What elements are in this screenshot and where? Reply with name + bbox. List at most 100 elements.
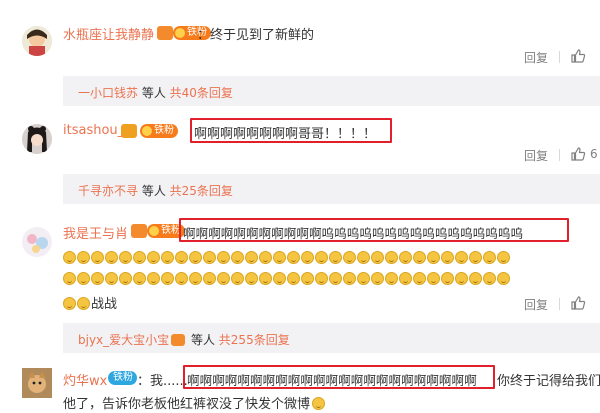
- sub-reply-count[interactable]: 共255条回复: [219, 333, 290, 347]
- smile-emoji-icon: [105, 251, 118, 264]
- smile-emoji-icon: [189, 272, 202, 285]
- sub-reply-user[interactable]: 一小口钱苏: [78, 86, 138, 100]
- divider: [559, 51, 560, 63]
- highlight-box: [190, 118, 392, 143]
- username[interactable]: 灼华wx: [63, 370, 107, 389]
- emoji-row: [63, 251, 511, 266]
- comment-suffix: 你终于记得给我们: [497, 374, 600, 389]
- avatar[interactable]: [22, 26, 52, 56]
- fan-badge-label: 铁粉: [154, 125, 174, 136]
- username[interactable]: 我是王与肖: [63, 223, 128, 242]
- sub-reply-user[interactable]: 千寻亦不寻: [78, 184, 138, 198]
- vip-crown-icon: [121, 124, 137, 138]
- smile-emoji-icon: [312, 397, 326, 410]
- smile-emoji-icon: [77, 272, 90, 285]
- smile-emoji-icon: [329, 251, 342, 264]
- sub-reply-count[interactable]: 共25条回复: [170, 184, 233, 198]
- smile-emoji-icon: [441, 251, 454, 264]
- like-count: 6: [590, 147, 598, 161]
- smile-emoji-icon: [497, 251, 510, 264]
- fan-badge-icon: [149, 226, 159, 236]
- smile-emoji-icon: [469, 251, 482, 264]
- smile-emoji-icon: [399, 251, 412, 264]
- avatar[interactable]: [22, 227, 52, 257]
- smile-emoji-icon: [231, 251, 244, 264]
- comment-text: ：终于见到了新鲜的: [197, 28, 315, 43]
- smile-emoji-icon: [329, 272, 342, 285]
- thumbs-up-icon[interactable]: [570, 48, 586, 64]
- smile-emoji-icon: [147, 251, 160, 264]
- sub-replies-summary: 一小口钱苏 等人 共40条回复: [78, 84, 233, 101]
- smile-emoji-icon: [119, 251, 132, 264]
- avatar-image-icon: [22, 227, 52, 257]
- smile-emoji-icon: [259, 272, 272, 285]
- fan-badge: 铁粉: [140, 124, 178, 138]
- reply-button[interactable]: 回复: [524, 296, 548, 313]
- smile-emoji-icon: [315, 272, 328, 285]
- divider: [559, 149, 560, 161]
- smile-emoji-icon: [371, 251, 384, 264]
- fan-badge-label: 铁粉: [113, 372, 133, 383]
- smile-emoji-icon: [231, 272, 244, 285]
- emoji-row: [63, 272, 511, 287]
- sub-reply-middle: 等人: [138, 184, 170, 198]
- smile-emoji-icon: [175, 251, 188, 264]
- avatar-image-icon: [22, 26, 52, 56]
- smile-emoji-icon: [161, 272, 174, 285]
- thumbs-up-icon[interactable]: [570, 295, 586, 311]
- smile-emoji-icon: [147, 272, 160, 285]
- fan-badge-icon: [142, 126, 152, 136]
- smile-emoji-icon: [91, 272, 104, 285]
- emoji-third-row: 战战: [63, 293, 117, 312]
- comment-item: 水瓶座让我静静 铁粉 ：终于见到了新鲜的 回复 一小口钱苏 等人 共40条回复: [0, 0, 600, 106]
- smile-emoji-icon: [203, 272, 216, 285]
- sub-replies-bar[interactable]: 千寻亦不寻 等人 共25条回复: [63, 174, 600, 204]
- smile-emoji-icon: [399, 272, 412, 285]
- avatar[interactable]: [22, 124, 52, 154]
- username[interactable]: 水瓶座让我静静: [63, 24, 154, 43]
- comment-text-line: 他了，告诉你老板他红裤衩没了快发个微博: [63, 397, 311, 412]
- smile-emoji-icon: [371, 272, 384, 285]
- highlight-box: [183, 365, 495, 389]
- smile-emoji-icon: [63, 272, 76, 285]
- smile-emoji-icon: [287, 251, 300, 264]
- smile-emoji-icon: [343, 272, 356, 285]
- comment-item: itsashou_ 铁粉 啊啊啊啊啊啊啊啊哥哥！！！！ 回复 6 千寻亦不寻 等…: [0, 110, 600, 205]
- avatar[interactable]: [22, 368, 52, 398]
- comment-item: 我是王与肖 铁粉 啊啊啊啊啊啊啊啊啊啊啊呜呜呜呜呜呜呜呜呜呜呜呜呜呜呜呜 战战 …: [0, 212, 600, 353]
- reply-button[interactable]: 回复: [524, 147, 548, 164]
- smile-emoji-icon: [77, 297, 90, 310]
- username[interactable]: itsashou_: [63, 123, 124, 138]
- smile-emoji-icon: [175, 272, 188, 285]
- comment-item: 灼华wx 铁粉 ：我...... 啊啊啊啊啊啊啊啊啊啊啊啊啊啊啊啊啊啊啊啊啊啊啊…: [0, 360, 600, 413]
- smile-emoji-icon: [483, 272, 496, 285]
- sub-replies-summary: bjyx_爱大宝小宝 等人 共255条回复: [78, 331, 290, 348]
- smile-emoji-icon: [357, 251, 370, 264]
- smile-emoji-icon: [301, 272, 314, 285]
- sub-reply-user[interactable]: bjyx_爱大宝小宝: [78, 333, 169, 347]
- smile-emoji-icon: [427, 251, 440, 264]
- divider: [559, 298, 560, 310]
- smile-emoji-icon: [315, 251, 328, 264]
- smile-emoji-icon: [301, 251, 314, 264]
- smile-emoji-icon: [245, 251, 258, 264]
- reply-button[interactable]: 回复: [524, 49, 548, 66]
- smile-emoji-icon: [455, 251, 468, 264]
- smile-emoji-icon: [273, 272, 286, 285]
- thumbs-up-icon[interactable]: [570, 146, 586, 162]
- smile-emoji-icon: [413, 251, 426, 264]
- smile-emoji-icon: [273, 251, 286, 264]
- fan-badge-label: 铁粉: [161, 225, 181, 236]
- sub-replies-bar[interactable]: 一小口钱苏 等人 共40条回复: [63, 76, 600, 106]
- smile-emoji-icon: [497, 272, 510, 285]
- smile-emoji-icon: [189, 251, 202, 264]
- vip-crown-icon: [171, 334, 186, 346]
- sub-reply-count[interactable]: 共40条回复: [170, 86, 233, 100]
- smile-emoji-icon: [133, 251, 146, 264]
- sub-reply-middle: 等人: [187, 333, 219, 347]
- sub-replies-summary: 千寻亦不寻 等人 共25条回复: [78, 182, 233, 199]
- sub-replies-bar[interactable]: bjyx_爱大宝小宝 等人 共255条回复: [63, 323, 600, 353]
- smile-emoji-icon: [483, 251, 496, 264]
- smile-emoji-icon: [63, 251, 76, 264]
- sub-reply-middle: 等人: [138, 86, 170, 100]
